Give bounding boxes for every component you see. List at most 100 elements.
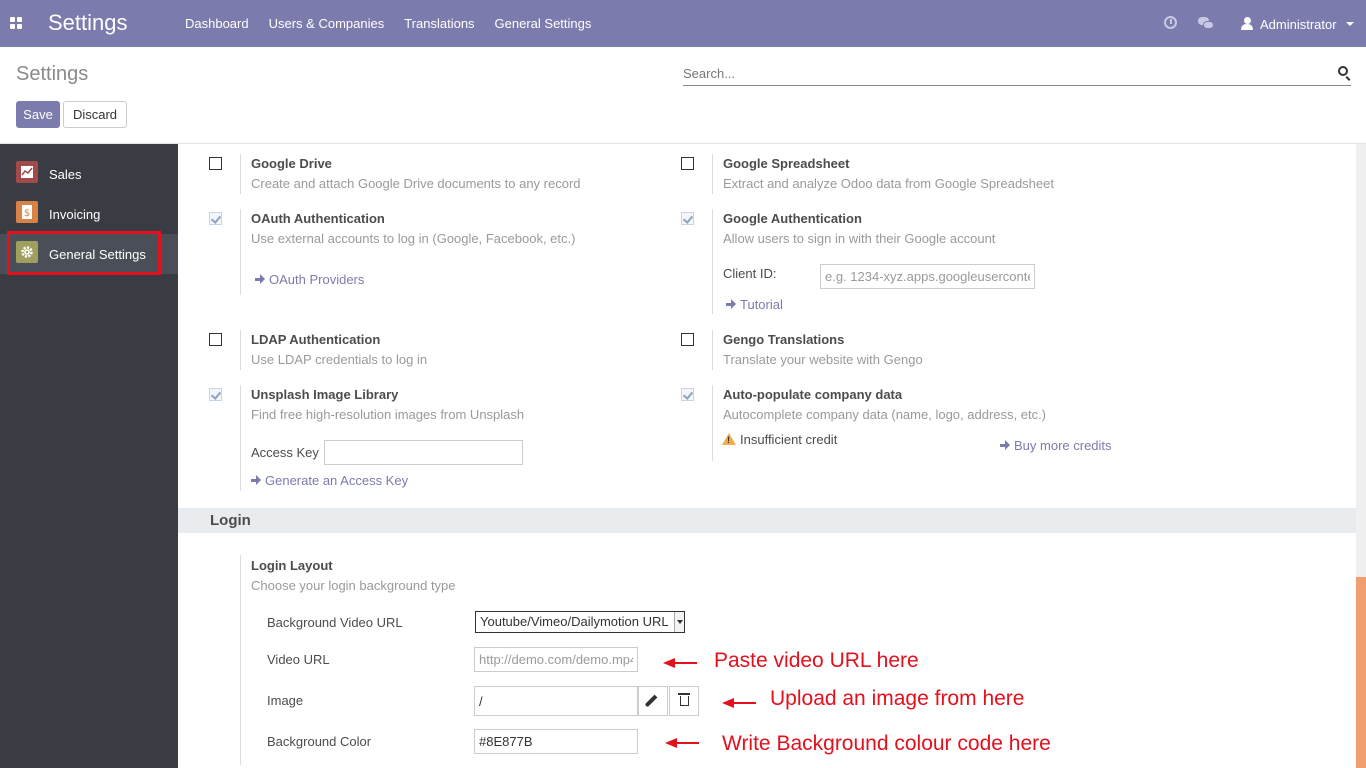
user-avatar-icon[interactable] (1241, 17, 1253, 31)
activity-clock-icon[interactable] (1164, 16, 1177, 29)
google-drive-desc: Create and attach Google Drive documents… (251, 176, 581, 191)
sidebar-item-label: Sales (49, 167, 82, 182)
divider (712, 385, 713, 461)
menu-dashboard[interactable]: Dashboard (175, 0, 259, 47)
bg-color-input[interactable] (474, 729, 638, 754)
annotation-arrow-icon (665, 737, 699, 749)
google-auth-title: Google Authentication (723, 211, 862, 226)
search-input[interactable] (683, 62, 1323, 84)
tutorial-label: Tutorial (740, 297, 783, 312)
svg-text:$: $ (24, 208, 30, 219)
divider (240, 209, 241, 295)
highlight-box (7, 231, 161, 275)
client-id-label: Client ID: (723, 266, 777, 281)
google-spreadsheet-checkbox[interactable] (681, 157, 694, 170)
annotation-video: Paste video URL here (714, 649, 919, 672)
trash-icon (678, 693, 690, 706)
divider (240, 385, 241, 491)
scrollbar-thumb[interactable] (1356, 577, 1366, 768)
oauth-providers-link[interactable]: OAuth Providers (255, 272, 364, 287)
sidebar-item-invoicing[interactable]: $ Invoicing (0, 194, 178, 234)
autopopulate-checkbox[interactable] (681, 388, 694, 401)
divider (712, 209, 713, 314)
sales-chart-icon (16, 161, 38, 183)
delete-image-button[interactable] (669, 686, 699, 716)
buy-more-credits-label: Buy more credits (1014, 438, 1112, 453)
login-section-title: Login (210, 512, 251, 529)
gengo-desc: Translate your website with Gengo (723, 352, 923, 367)
access-key-label: Access Key (251, 445, 319, 460)
menu-users-companies[interactable]: Users & Companies (259, 0, 395, 47)
oauth-providers-label: OAuth Providers (269, 272, 365, 287)
settings-content: Google Drive Create and attach Google Dr… (178, 144, 1356, 768)
client-id-input[interactable] (820, 264, 1035, 289)
video-url-label: Video URL (267, 652, 330, 667)
discard-button[interactable]: Discard (63, 101, 127, 128)
divider (712, 330, 713, 370)
pencil-icon (644, 694, 658, 708)
annotation-arrow-icon (663, 657, 697, 669)
menu-translations[interactable]: Translations (394, 0, 484, 47)
ldap-title: LDAP Authentication (251, 332, 381, 347)
edit-image-button[interactable] (638, 686, 668, 716)
unsplash-title: Unsplash Image Library (251, 387, 399, 402)
ldap-checkbox[interactable] (209, 333, 222, 346)
google-auth-checkbox[interactable] (681, 212, 694, 225)
generate-access-key-label: Generate an Access Key (265, 473, 409, 488)
google-drive-title: Google Drive (251, 156, 332, 171)
annotation-arrow-icon (722, 697, 756, 709)
login-layout-desc: Choose your login background type (251, 578, 456, 593)
tutorial-link[interactable]: Tutorial (726, 297, 783, 312)
google-auth-desc: Allow users to sign in with their Google… (723, 231, 996, 246)
app-title: Settings (48, 10, 128, 35)
arrow-right-icon (251, 475, 261, 485)
chevron-down-icon[interactable] (1346, 22, 1354, 26)
login-layout-title: Login Layout (251, 558, 333, 573)
sidebar-item-label: Invoicing (49, 207, 101, 222)
oauth-checkbox[interactable] (209, 212, 222, 225)
google-spreadsheet-desc: Extract and analyze Odoo data from Googl… (723, 176, 1054, 191)
video-url-input[interactable] (474, 647, 638, 672)
autopopulate-desc: Autocomplete company data (name, logo, a… (723, 407, 1047, 422)
top-navbar: Settings Dashboard Users & Companies Tra… (0, 0, 1366, 47)
main-menu: Dashboard Users & Companies Translations… (175, 0, 601, 47)
unsplash-desc: Find free high-resolution images from Un… (251, 407, 525, 422)
save-button[interactable]: Save (16, 101, 60, 128)
google-spreadsheet-title: Google Spreadsheet (723, 156, 850, 171)
generate-access-key-link[interactable]: Generate an Access Key (251, 473, 408, 488)
unsplash-checkbox[interactable] (209, 388, 222, 401)
sidebar-item-sales[interactable]: Sales (0, 154, 178, 194)
login-section-header: Login (178, 508, 1356, 533)
buy-more-credits-link[interactable]: Buy more credits (1000, 438, 1112, 453)
annotation-color: Write Background colour code here (722, 732, 1051, 755)
gengo-title: Gengo Translations (723, 332, 845, 347)
oauth-title: OAuth Authentication (251, 211, 385, 226)
divider (240, 154, 241, 194)
divider (240, 330, 241, 370)
chevron-down-icon (674, 612, 684, 632)
menu-general-settings[interactable]: General Settings (485, 0, 602, 47)
apps-grid-icon[interactable] (10, 17, 23, 30)
access-key-input[interactable] (324, 440, 523, 465)
bg-video-label: Background Video URL (267, 615, 403, 630)
divider (712, 154, 713, 194)
page-title: Settings (16, 63, 89, 85)
content-scrollbar[interactable] (1356, 144, 1366, 768)
invoice-dollar-icon: $ (16, 201, 38, 223)
search-icon[interactable] (1338, 66, 1348, 76)
user-menu[interactable]: Administrator (1260, 17, 1337, 32)
divider (240, 555, 241, 765)
discuss-chat-icon[interactable] (1198, 17, 1214, 29)
image-input[interactable] (474, 686, 638, 716)
oauth-desc: Use external accounts to log in (Google,… (251, 231, 576, 246)
arrow-right-icon (726, 299, 736, 309)
bg-color-label: Background Color (267, 734, 372, 749)
arrow-right-icon (1000, 440, 1010, 450)
bg-video-selected-value: Youtube/Vimeo/Dailymotion URL (480, 614, 669, 629)
bg-video-select[interactable]: Youtube/Vimeo/Dailymotion URL (475, 611, 685, 633)
annotation-image: Upload an image from here (770, 687, 1025, 710)
google-drive-checkbox[interactable] (209, 157, 222, 170)
ldap-desc: Use LDAP credentials to log in (251, 352, 428, 367)
warning-icon (722, 433, 736, 445)
gengo-checkbox[interactable] (681, 333, 694, 346)
